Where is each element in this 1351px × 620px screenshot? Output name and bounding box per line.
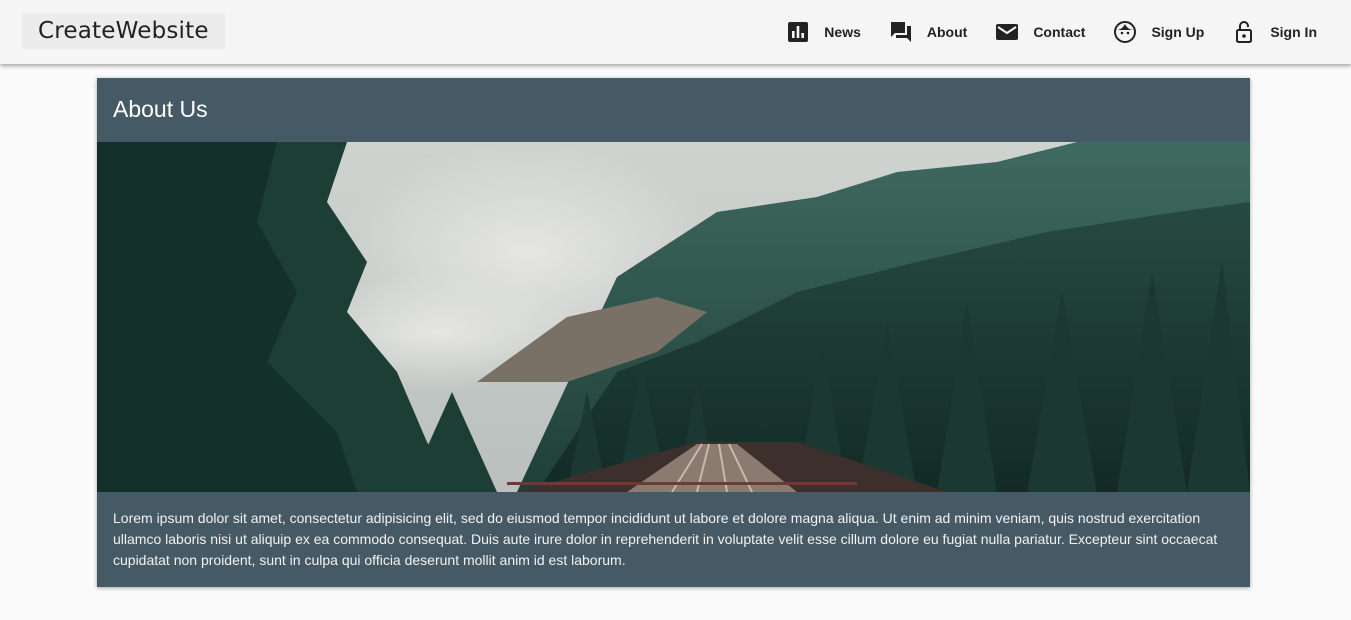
- nav-item-news[interactable]: News: [774, 12, 873, 52]
- nav-item-label: Sign Up: [1151, 24, 1205, 40]
- nav-item-about[interactable]: About: [877, 12, 979, 52]
- card-title: About Us: [113, 96, 208, 122]
- brand-logo-link[interactable]: CreateWebsite: [22, 13, 225, 49]
- nav-links: News About Contact Sign Up Sign In: [770, 0, 1329, 64]
- nav-item-label: Sign In: [1270, 24, 1317, 40]
- forum-icon: [889, 20, 913, 44]
- lock-open-icon: [1232, 20, 1256, 44]
- about-card: About Us Lorem ipsum dolor sit amet, con…: [97, 78, 1250, 587]
- forest-railway-photo: [97, 142, 1250, 492]
- nav-item-label: Contact: [1033, 24, 1086, 40]
- bar-chart-icon: [786, 20, 810, 44]
- mail-icon: [995, 20, 1019, 44]
- nav-item-sign-up[interactable]: Sign Up: [1101, 12, 1216, 52]
- nav-item-contact[interactable]: Contact: [983, 12, 1097, 52]
- card-body-text: Lorem ipsum dolor sit amet, consectetur …: [113, 510, 1218, 568]
- nav-item-label: About: [926, 24, 968, 40]
- nav-item-sign-in[interactable]: Sign In: [1220, 12, 1329, 52]
- top-navbar: CreateWebsite News About Contact Sign Up: [0, 0, 1351, 64]
- face-icon: [1113, 20, 1137, 44]
- nav-item-label: News: [824, 24, 861, 40]
